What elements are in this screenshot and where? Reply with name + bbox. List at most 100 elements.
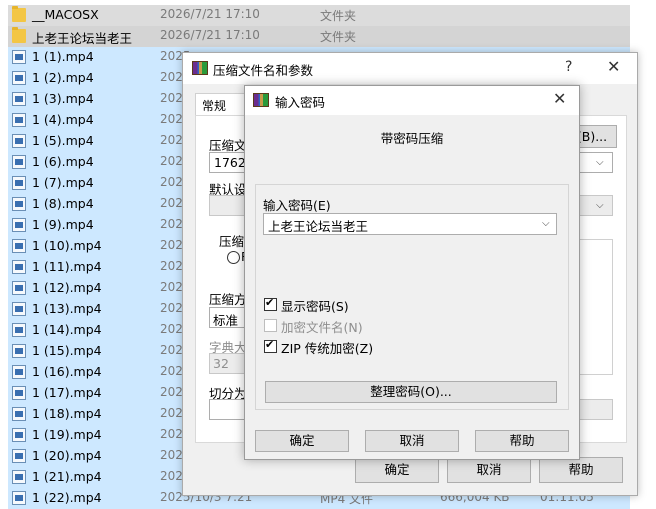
password-dialog-title: 输入密码 xyxy=(275,95,326,110)
file-name: 1 (15).mp4 xyxy=(32,343,102,358)
file-name: 1 (17).mp4 xyxy=(32,385,102,400)
show-password-label: 显示密码(S) xyxy=(281,299,349,314)
video-file-icon xyxy=(12,428,26,442)
winrar-icon xyxy=(253,93,269,107)
video-file-icon xyxy=(12,407,26,421)
folder-icon xyxy=(12,6,26,22)
file-name: 1 (3).mp4 xyxy=(32,91,94,106)
encrypt-filenames-label: 加密文件名(N) xyxy=(281,320,363,335)
file-name: 1 (4).mp4 xyxy=(32,112,94,127)
tab-general[interactable]: 常规 xyxy=(195,93,247,116)
password-ok-label: 确定 xyxy=(289,433,315,448)
organize-passwords-button[interactable]: 整理密码(O)... xyxy=(265,381,557,403)
archive-help-label: 帮助 xyxy=(568,462,594,477)
browse-button-label: (B)... xyxy=(576,129,608,144)
file-name: 1 (13).mp4 xyxy=(32,301,102,316)
password-value: 上老王论坛当老王 xyxy=(268,219,369,234)
format-radio[interactable] xyxy=(227,251,240,264)
file-name: 1 (18).mp4 xyxy=(32,406,102,421)
file-name: 1 (2).mp4 xyxy=(32,70,94,85)
archive-cancel-button[interactable]: 取消 xyxy=(447,457,531,483)
video-file-icon xyxy=(12,281,26,295)
archive-dialog-titlebar: 压缩文件名和参数 ? ✕ xyxy=(183,53,637,84)
password-help-button[interactable]: 帮助 xyxy=(475,430,569,452)
video-file-icon xyxy=(12,302,26,316)
file-type: 文件夹 xyxy=(320,9,357,23)
password-dialog-titlebar: 输入密码 ✕ xyxy=(245,86,579,115)
method-label: 压缩方 xyxy=(209,292,247,307)
chevron-down-icon[interactable]: ⌵ xyxy=(542,218,550,229)
file-name: 1 (14).mp4 xyxy=(32,322,102,337)
video-file-icon xyxy=(12,470,26,484)
file-name: 1 (9).mp4 xyxy=(32,217,94,232)
split-input[interactable] xyxy=(209,399,249,420)
file-name: 1 (8).mp4 xyxy=(32,196,94,211)
file-name: 1 (19).mp4 xyxy=(32,427,102,442)
video-file-icon xyxy=(12,344,26,358)
video-file-icon xyxy=(12,197,26,211)
file-name: __MACOSX xyxy=(32,7,99,22)
password-cancel-button[interactable]: 取消 xyxy=(365,430,459,452)
file-row[interactable]: __MACOSX 2026/7/21 17:10 文件夹 xyxy=(8,5,630,26)
zip-legacy-label: ZIP 传统加密(Z) xyxy=(281,341,374,356)
file-name: 1 (7).mp4 xyxy=(32,175,94,190)
file-name: 1 (10).mp4 xyxy=(32,238,102,253)
password-heading: 带密码压缩 xyxy=(380,131,444,146)
file-name: 1 (5).mp4 xyxy=(32,133,94,148)
file-name: 1 (21).mp4 xyxy=(32,469,102,484)
file-row[interactable]: 上老王论坛当老王 2026/7/21 17:10 文件夹 xyxy=(8,26,630,47)
encrypt-filenames-checkbox xyxy=(264,319,277,332)
archive-dialog-title: 压缩文件名和参数 xyxy=(213,63,314,78)
close-icon[interactable]: ✕ xyxy=(607,57,620,76)
archive-cancel-label: 取消 xyxy=(476,462,502,477)
zip-legacy-checkbox[interactable] xyxy=(264,338,277,353)
password-dialog: 输入密码 ✕ 带密码压缩 输入密码(E) 上老王论坛当老王 ⌵ 显示密码(S) … xyxy=(244,85,580,460)
video-file-icon xyxy=(12,260,26,274)
video-file-icon xyxy=(12,323,26,337)
close-icon[interactable]: ✕ xyxy=(553,89,566,108)
video-file-icon xyxy=(12,239,26,253)
file-name: 1 (6).mp4 xyxy=(32,154,94,169)
dictionary-select: 32 xyxy=(209,353,249,374)
file-date: 2026/7/21 17:10 xyxy=(160,7,260,21)
video-file-icon xyxy=(12,113,26,127)
video-file-icon xyxy=(12,50,26,64)
chevron-down-icon[interactable]: ⌵ xyxy=(596,200,604,211)
password-label: 输入密码(E) xyxy=(263,198,331,213)
archive-ok-button[interactable]: 确定 xyxy=(355,457,439,483)
video-file-icon xyxy=(12,176,26,190)
organize-passwords-label: 整理密码(O)... xyxy=(370,384,452,399)
file-type: 文件夹 xyxy=(320,30,357,44)
video-file-icon xyxy=(12,386,26,400)
help-icon[interactable]: ? xyxy=(565,59,572,75)
password-input[interactable]: 上老王论坛当老王 ⌵ xyxy=(263,213,557,235)
chevron-down-icon[interactable]: ⌵ xyxy=(596,157,604,168)
file-name: 1 (16).mp4 xyxy=(32,364,102,379)
method-select[interactable]: 标准 xyxy=(209,307,249,328)
password-help-label: 帮助 xyxy=(509,433,535,448)
file-name: 1 (1).mp4 xyxy=(32,49,94,64)
archive-help-button[interactable]: 帮助 xyxy=(539,457,623,483)
video-file-icon xyxy=(12,491,26,505)
video-file-icon xyxy=(12,449,26,463)
tab-general-label: 常规 xyxy=(202,99,227,113)
method-value: 标准 xyxy=(213,313,239,328)
video-file-icon xyxy=(12,155,26,169)
dictionary-value: 32 xyxy=(213,356,229,371)
winrar-icon xyxy=(192,61,208,75)
file-name: 1 (11).mp4 xyxy=(32,259,102,274)
file-name: 1 (12).mp4 xyxy=(32,280,102,295)
folder-icon xyxy=(12,27,26,43)
file-name: 上老王论坛当老王 xyxy=(32,31,133,46)
password-cancel-label: 取消 xyxy=(399,433,425,448)
file-name: 1 (20).mp4 xyxy=(32,448,102,463)
video-file-icon xyxy=(12,365,26,379)
show-password-checkbox[interactable] xyxy=(264,296,277,311)
password-ok-button[interactable]: 确定 xyxy=(255,430,349,452)
archive-ok-label: 确定 xyxy=(384,462,410,477)
file-name: 1 (22).mp4 xyxy=(32,490,102,505)
video-file-icon xyxy=(12,134,26,148)
video-file-icon xyxy=(12,71,26,85)
video-file-icon xyxy=(12,218,26,232)
video-file-icon xyxy=(12,92,26,106)
